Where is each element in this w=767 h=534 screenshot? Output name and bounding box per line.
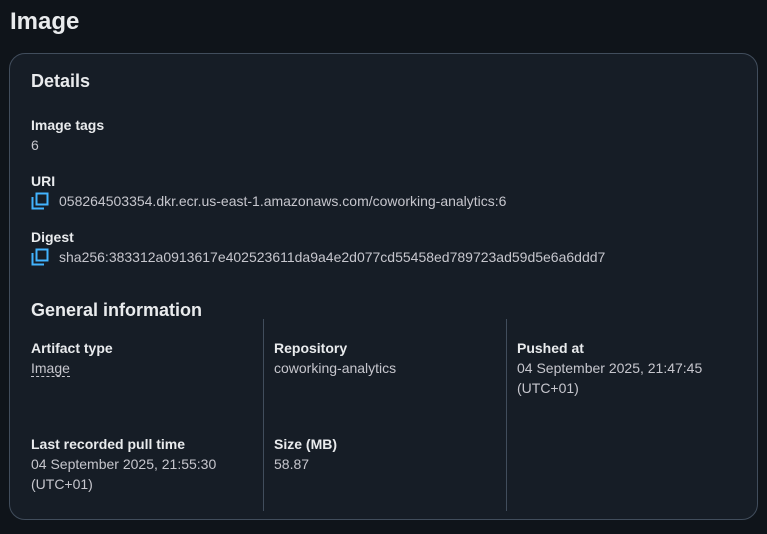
details-panel: Details Image tags 6 URI 058264503354.dk… bbox=[9, 53, 758, 520]
copy-uri-icon[interactable] bbox=[31, 191, 53, 211]
last-pull-value: 04 September 2025, 21:55:30 (UTC+01) bbox=[31, 456, 217, 492]
digest-row: sha256:383312a0913617e402523611da9a4e2d0… bbox=[31, 247, 605, 267]
copy-icon-svg bbox=[31, 192, 49, 210]
digest-value: sha256:383312a0913617e402523611da9a4e2d0… bbox=[59, 249, 606, 265]
digest-label: Digest bbox=[31, 229, 74, 245]
repository-label: Repository bbox=[274, 340, 348, 356]
column-divider bbox=[506, 319, 507, 511]
artifact-type-value[interactable]: Image bbox=[31, 358, 70, 378]
image-tags-label: Image tags bbox=[31, 117, 105, 133]
uri-row: 058264503354.dkr.ecr.us-east-1.amazonaws… bbox=[31, 191, 506, 211]
size-label: Size (MB) bbox=[274, 436, 337, 452]
image-tags-value: 6 bbox=[31, 137, 39, 153]
last-pull-label: Last recorded pull time bbox=[31, 436, 186, 452]
pushed-at-label: Pushed at bbox=[517, 340, 584, 356]
copy-icon-svg bbox=[31, 248, 49, 266]
repository-value: coworking-analytics bbox=[274, 360, 397, 376]
column-divider bbox=[263, 319, 264, 511]
copy-digest-icon[interactable] bbox=[31, 247, 53, 267]
page-title: Image bbox=[10, 8, 80, 35]
size-value: 58.87 bbox=[274, 456, 310, 472]
uri-value: 058264503354.dkr.ecr.us-east-1.amazonaws… bbox=[59, 193, 507, 209]
artifact-type-link[interactable]: Image bbox=[31, 360, 70, 377]
artifact-type-label: Artifact type bbox=[31, 340, 113, 356]
uri-label: URI bbox=[31, 173, 56, 189]
general-information-heading: General information bbox=[31, 300, 203, 320]
details-heading: Details bbox=[31, 71, 91, 91]
pushed-at-value: 04 September 2025, 21:47:45 (UTC+01) bbox=[517, 360, 703, 396]
